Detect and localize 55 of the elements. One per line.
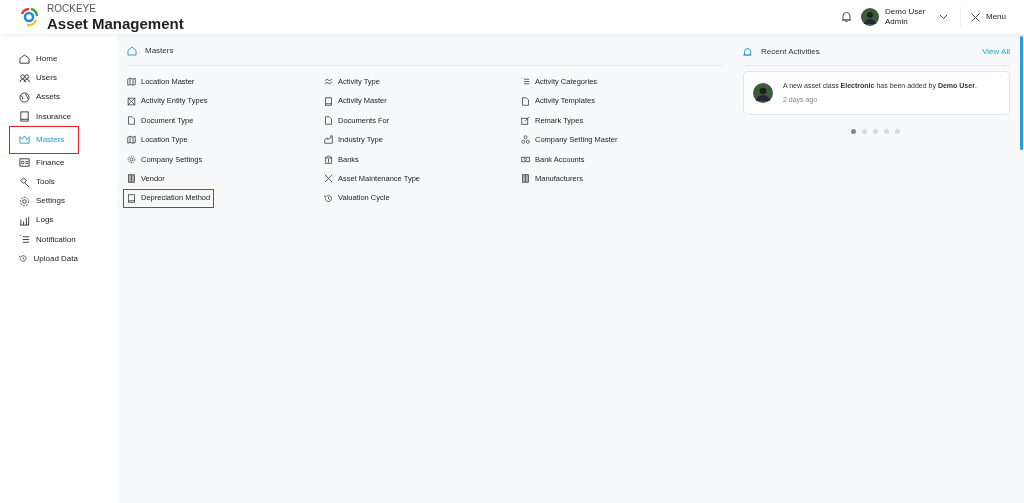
- user-avatar: [753, 83, 773, 103]
- menu-button[interactable]: Menu: [971, 11, 1006, 23]
- sidebar-item[interactable]: Finance: [10, 153, 78, 172]
- nodes-icon: [521, 135, 530, 145]
- bar-chart-icon: [19, 214, 30, 226]
- users-icon: [19, 72, 30, 84]
- section-title: Masters: [145, 44, 174, 57]
- sidebar-item[interactable]: Tools: [10, 172, 78, 192]
- edit-icon: [521, 115, 530, 125]
- document-icon: [127, 115, 136, 125]
- close-icon: [971, 12, 980, 22]
- panel-title: Recent Activities: [761, 45, 820, 58]
- gear-icon: [19, 195, 30, 207]
- factory-icon: [324, 135, 333, 145]
- building-icon: [127, 174, 136, 184]
- book-icon: [324, 96, 333, 106]
- user-name: Demo User: [885, 7, 927, 17]
- sidebar-item[interactable]: Assets: [10, 88, 78, 107]
- sidebar-item[interactable]: Logs: [10, 211, 78, 230]
- trend-lines-icon: [324, 77, 333, 87]
- sidebar-item[interactable]: Settings: [10, 192, 78, 211]
- crown-icon: [19, 134, 30, 146]
- book-icon: [127, 193, 136, 203]
- app-title: Asset Management: [47, 15, 184, 31]
- globe-icon: [19, 91, 30, 103]
- logo-icon: [18, 6, 40, 28]
- list-icon: [521, 77, 530, 87]
- brand-name: ROCKEYE: [47, 3, 97, 14]
- document-icon: [521, 96, 530, 106]
- user-role: Admin: [885, 17, 909, 27]
- bell-icon: [743, 46, 752, 57]
- list-icon: [19, 234, 30, 246]
- map-icon: [127, 77, 136, 87]
- chevron-down-icon[interactable]: [939, 14, 948, 20]
- home-icon: [19, 53, 30, 65]
- user-avatar: [861, 8, 879, 26]
- sidebar-item[interactable]: Upload Data: [10, 249, 78, 268]
- history-icon: [19, 253, 28, 265]
- sidebar-item[interactable]: Home: [10, 50, 78, 69]
- book-icon: [19, 111, 30, 123]
- history-icon: [324, 193, 333, 203]
- sidebar-item[interactable]: Notification: [10, 230, 78, 249]
- gear-icon: [127, 154, 136, 164]
- sidebar-item[interactable]: Insurance: [10, 107, 78, 126]
- document-icon: [324, 115, 333, 125]
- bell-icon[interactable]: [841, 11, 852, 23]
- scrollbar[interactable]: [1020, 36, 1023, 150]
- id-card-icon: [19, 157, 30, 169]
- framed-square-icon: [127, 96, 136, 106]
- sidebar-item[interactable]: Users: [10, 69, 78, 88]
- building-icon: [521, 174, 530, 184]
- bank-icon: [324, 154, 333, 164]
- home-icon: [127, 45, 137, 56]
- banknote-icon: [521, 154, 530, 164]
- map-icon: [127, 135, 136, 145]
